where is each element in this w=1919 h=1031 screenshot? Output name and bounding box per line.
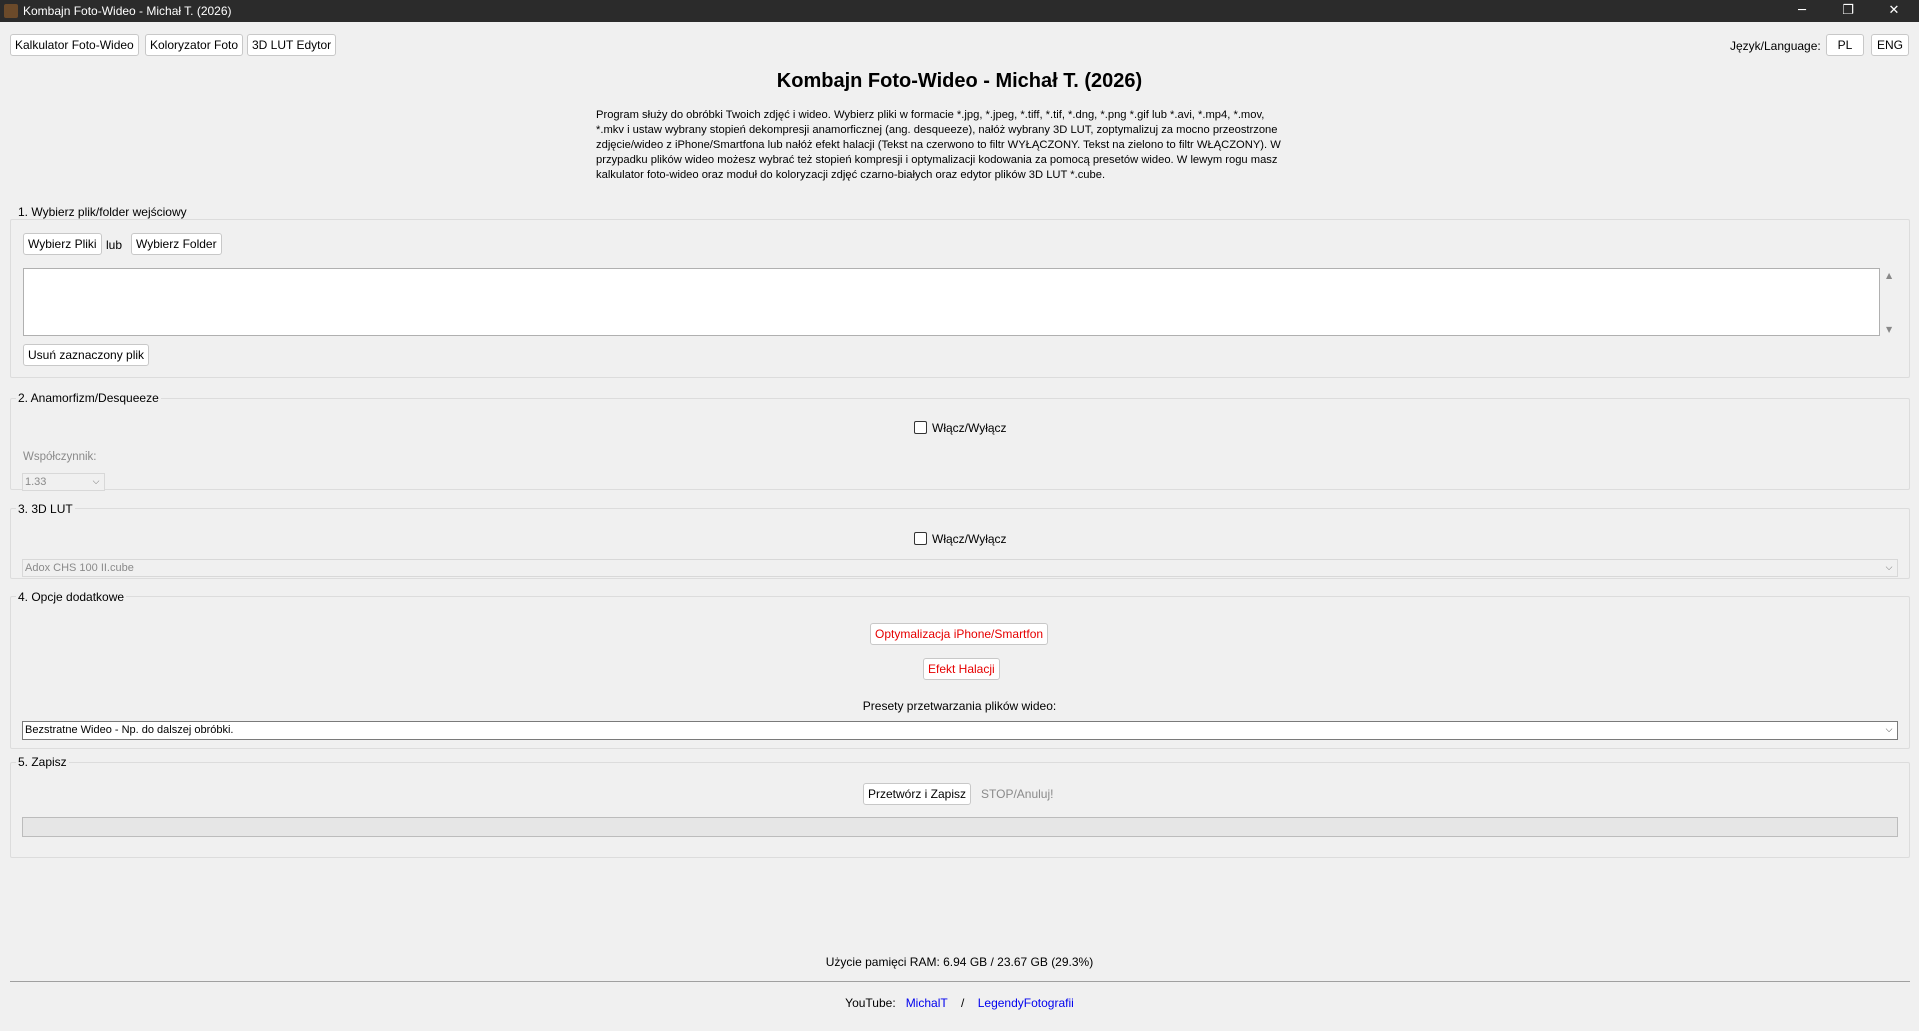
choose-folder-button[interactable]: Wybierz Folder: [131, 233, 222, 255]
anamorphic-group-legend: 2. Anamorfizm/Desqueeze: [16, 391, 161, 405]
stop-cancel-button[interactable]: STOP/Anuluj!: [976, 783, 1059, 805]
colorizer-button[interactable]: Koloryzator Foto: [145, 34, 244, 56]
progress-bar: [22, 817, 1898, 837]
choose-files-button[interactable]: Wybierz Pliki: [23, 233, 102, 255]
lut-group-legend: 3. 3D LUT: [16, 502, 75, 516]
scroll-up-icon[interactable]: ▲: [1886, 271, 1892, 280]
anamorphic-group: [10, 398, 1910, 490]
lut-value: Adox CHS 100 II.cube: [25, 562, 134, 574]
lang-pl-button[interactable]: PL: [1826, 34, 1864, 56]
window-title: Kombajn Foto-Wideo - Michał T. (2026): [23, 4, 232, 18]
calculator-button[interactable]: Kalkulator Foto-Wideo: [10, 34, 139, 56]
file-list[interactable]: [23, 268, 1880, 336]
app-icon: [4, 4, 18, 18]
restore-icon[interactable]: ❐: [1825, 0, 1871, 22]
divider: [10, 981, 1910, 982]
input-group-legend: 1. Wybierz plik/folder wejściowy: [16, 205, 189, 219]
minimize-icon[interactable]: ─: [1779, 0, 1825, 22]
lut-toggle-label: Włącz/Wyłącz: [932, 532, 1007, 546]
remove-selected-button[interactable]: Usuń zaznaczony plik: [23, 344, 150, 366]
chevron-down-icon: ⌵: [1885, 725, 1893, 735]
ram-usage: Użycie pamięci RAM: 6.94 GB / 23.67 GB (…: [825, 955, 1094, 969]
language-label: Język/Language:: [1730, 39, 1821, 53]
iphone-optimization-button[interactable]: Optymalizacja iPhone/Smartfon: [870, 623, 1049, 645]
anamorphic-toggle-label: Włącz/Wyłącz: [932, 421, 1007, 435]
video-preset-select[interactable]: Bezstratne Wideo - Np. do dalszej obróbk…: [22, 721, 1898, 740]
description-line: przypadku plików wideo możesz wybrać też…: [596, 154, 1278, 166]
youtube-label: YouTube:: [845, 996, 896, 1010]
lut-checkbox[interactable]: [914, 532, 927, 545]
close-icon[interactable]: ✕: [1871, 0, 1917, 22]
chevron-down-icon: ⌵: [1885, 563, 1893, 573]
lut-select[interactable]: Adox CHS 100 II.cube ⌵: [22, 559, 1898, 577]
chevron-down-icon: ⌵: [92, 477, 100, 487]
process-save-button[interactable]: Przetwórz i Zapisz: [863, 783, 972, 805]
page-title: Kombajn Foto-Wideo - Michał T. (2026): [776, 70, 1143, 92]
lut-editor-button[interactable]: 3D LUT Edytor: [247, 34, 337, 56]
save-group: [10, 762, 1910, 858]
lang-eng-button[interactable]: ENG: [1871, 34, 1909, 56]
factor-value: 1.33: [25, 476, 47, 488]
footer-links: YouTube: MichalT / LegendyFotografii: [0, 996, 1919, 1010]
save-group-legend: 5. Zapisz: [16, 755, 69, 769]
anamorphic-checkbox[interactable]: [914, 421, 927, 434]
or-label: lub: [106, 238, 123, 252]
description-line: kalkulator foto-wideo oraz moduł do kolo…: [596, 169, 1106, 181]
halation-button[interactable]: Efekt Halacji: [923, 658, 1000, 680]
preset-value: Bezstratne Wideo - Np. do dalszej obróbk…: [25, 724, 234, 736]
options-group-legend: 4. Opcje dodatkowe: [16, 590, 127, 604]
link-separator: /: [961, 996, 965, 1010]
description: Program służy do obróbki Twoich zdjęć i …: [596, 108, 1336, 183]
factor-select[interactable]: 1.33 ⌵: [22, 473, 105, 491]
description-line: *.mkv i ustaw wybrany stopień dekompresj…: [596, 124, 1278, 136]
youtube-link-michalt[interactable]: MichalT: [906, 996, 948, 1010]
presets-label: Presety przetwarzania plików wideo:: [862, 699, 1057, 713]
scroll-down-icon[interactable]: ▼: [1886, 325, 1892, 334]
youtube-link-legendy[interactable]: LegendyFotografii: [978, 996, 1074, 1010]
description-line: Program służy do obróbki Twoich zdjęć i …: [596, 109, 1265, 121]
description-line: zdjęcie/wideo z iPhone/Smartfona lub nał…: [596, 139, 1281, 151]
factor-label: Współczynnik:: [23, 451, 97, 463]
title-bar: Kombajn Foto-Wideo - Michał T. (2026) ─ …: [0, 0, 1919, 22]
